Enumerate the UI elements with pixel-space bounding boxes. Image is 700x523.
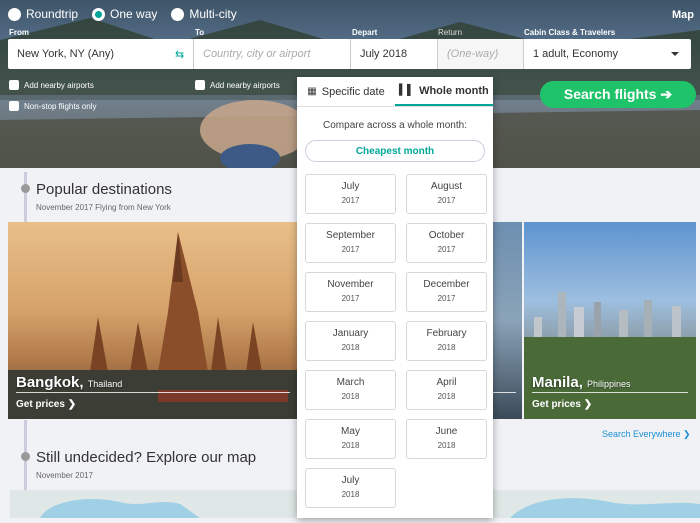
month-option[interactable]: June 2018 bbox=[406, 419, 487, 459]
month-option[interactable]: August 2017 bbox=[406, 174, 487, 214]
radio-selected-icon bbox=[92, 7, 106, 21]
month-option[interactable]: October 2017 bbox=[406, 223, 487, 263]
radio-one-way[interactable]: One way bbox=[92, 7, 157, 21]
month-option[interactable]: January 2018 bbox=[305, 321, 396, 361]
card-city-name: Manila, Philippines bbox=[532, 374, 631, 391]
card-city-name: Bangkok, Thailand bbox=[16, 374, 123, 391]
card-divider bbox=[532, 392, 688, 393]
swap-icon[interactable]: ⇆ bbox=[175, 48, 184, 61]
cheapest-month-button[interactable]: Cheapest month bbox=[305, 140, 485, 162]
checkbox-icon bbox=[9, 101, 19, 111]
trip-type-selector: Roundtrip One way Multi-city bbox=[8, 7, 251, 21]
depart-label: Depart bbox=[352, 28, 378, 37]
month-grid: July 2017 August 2017 September 2017 October 20… bbox=[305, 174, 487, 508]
month-option[interactable]: December 2017 bbox=[406, 272, 487, 312]
radio-icon bbox=[171, 7, 185, 21]
from-input[interactable]: New York, NY (Any) bbox=[8, 39, 194, 69]
search-flights-button[interactable]: Search flights ➔ bbox=[540, 81, 696, 108]
chevron-down-icon bbox=[671, 52, 679, 56]
return-input[interactable]: (One-way) bbox=[438, 39, 524, 69]
nearby-from-checkbox[interactable]: Add nearby airports bbox=[9, 80, 94, 90]
search-everywhere-link[interactable]: Search Everywhere ❯ bbox=[602, 429, 691, 440]
get-prices-link[interactable]: Get prices ❯ bbox=[16, 399, 76, 410]
to-label: To bbox=[195, 28, 205, 37]
checkbox-icon bbox=[9, 80, 19, 90]
timeline-line bbox=[24, 172, 27, 222]
radio-multi-city[interactable]: Multi-city bbox=[171, 7, 237, 21]
month-option[interactable]: July 2018 bbox=[305, 468, 396, 508]
cabin-label: Cabin Class & Travelers bbox=[524, 28, 616, 37]
month-option[interactable]: April 2018 bbox=[406, 370, 487, 410]
checkbox-icon bbox=[195, 80, 205, 90]
month-option[interactable]: May 2018 bbox=[305, 419, 396, 459]
cabin-travelers-select[interactable]: 1 adult, Economy bbox=[524, 39, 691, 69]
destination-card-middle[interactable] bbox=[490, 222, 522, 419]
month-option[interactable]: March 2018 bbox=[305, 370, 396, 410]
destination-card-bangkok[interactable]: Bangkok, Thailand Get prices ❯ bbox=[8, 222, 298, 419]
non-stop-checkbox[interactable]: Non-stop flights only bbox=[9, 101, 96, 111]
radio-roundtrip[interactable]: Roundtrip bbox=[8, 7, 78, 21]
tab-whole-month[interactable]: ▍▌ Whole month bbox=[395, 77, 493, 106]
destination-card-manila[interactable]: Manila, Philippines Get prices ❯ bbox=[524, 222, 696, 419]
explore-map-title: Still undecided? Explore our map bbox=[36, 449, 257, 466]
month-option[interactable]: July 2017 bbox=[305, 174, 396, 214]
timeline-dot bbox=[21, 184, 30, 193]
month-option[interactable]: September 2017 bbox=[305, 223, 396, 263]
compare-text: Compare across a whole month: bbox=[323, 120, 467, 131]
date-mode-tabs: ▦ Specific date ▍▌ Whole month bbox=[297, 77, 493, 107]
tab-specific-date[interactable]: ▦ Specific date bbox=[297, 77, 395, 106]
bar-chart-icon: ▍▌ bbox=[399, 85, 415, 96]
timeline-dot bbox=[21, 452, 30, 461]
from-label: From bbox=[9, 28, 29, 37]
map-link[interactable]: Map bbox=[672, 9, 694, 21]
month-option[interactable]: November 2017 bbox=[305, 272, 396, 312]
get-prices-link[interactable]: Get prices ❯ bbox=[532, 399, 592, 410]
radio-icon bbox=[8, 7, 21, 21]
explore-map-subtitle: November 2017 bbox=[36, 471, 93, 480]
popular-destinations-title: Popular destinations bbox=[36, 181, 172, 198]
to-input[interactable]: Country, city or airport bbox=[194, 39, 351, 69]
card-divider bbox=[490, 392, 516, 393]
nearby-to-checkbox[interactable]: Add nearby airports bbox=[195, 80, 280, 90]
month-picker-popup: ▦ Specific date ▍▌ Whole month Compare acr… bbox=[297, 77, 493, 518]
card-divider bbox=[16, 392, 290, 393]
calendar-icon: ▦ bbox=[307, 86, 317, 97]
return-label: Return bbox=[438, 28, 463, 37]
month-option[interactable]: February 2018 bbox=[406, 321, 487, 361]
popular-destinations-subtitle: November 2017 Flying from New York bbox=[36, 203, 171, 212]
depart-input[interactable]: July 2018 bbox=[351, 39, 438, 69]
